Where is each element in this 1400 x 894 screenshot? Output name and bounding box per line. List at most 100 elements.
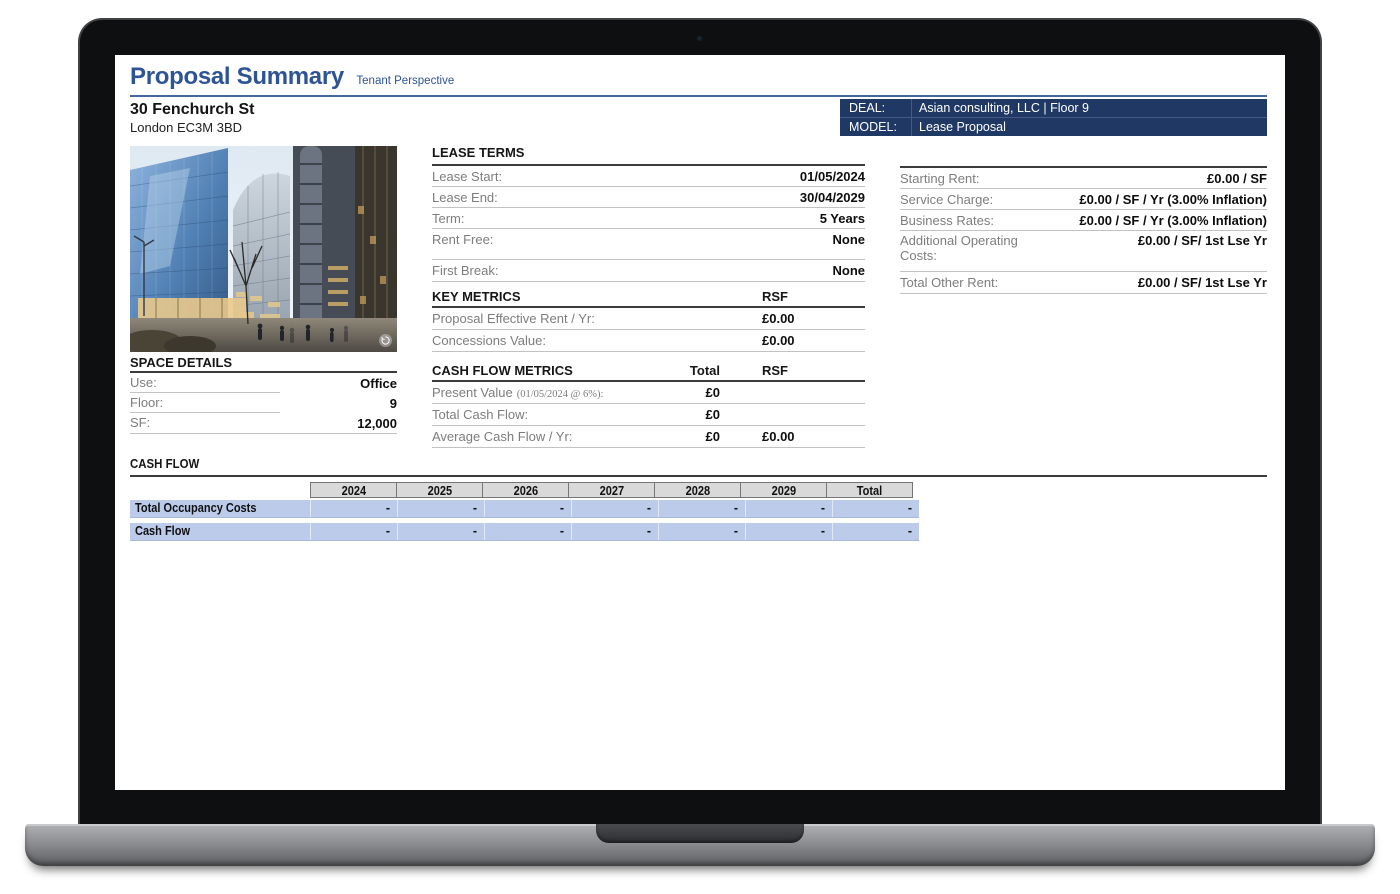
cfm-row-note: (01/05/2024 @ 6%): — [517, 389, 604, 400]
cfm-row-total: £0 — [657, 426, 720, 447]
lease-row-label: Lease End: — [432, 190, 498, 205]
lease-row-label: Lease Start: — [432, 169, 502, 184]
lease-terms-title: LEASE TERMS — [432, 145, 865, 166]
cf-cell: - — [397, 500, 484, 517]
lease-row-value: None — [833, 263, 866, 278]
space-row-value: Office — [360, 376, 397, 391]
cf-col-2024: 2024 — [310, 482, 397, 498]
rent-row-additional: Additional Operating Costs: £0.00 / SF/ … — [900, 231, 1267, 272]
property-photo-art — [130, 146, 397, 352]
space-row-label: SF: — [130, 413, 280, 433]
space-row-sf: SF: 12,000 — [130, 413, 397, 434]
rent-row-label: Additional Operating Costs: — [900, 231, 1040, 263]
cf-col-2026: 2026 — [482, 482, 569, 498]
cf-cell: - — [832, 523, 919, 540]
doc-header: Proposal Summary Tenant Perspective — [130, 63, 454, 91]
model-value: Lease Proposal — [912, 118, 1006, 136]
page-title: Proposal Summary — [130, 63, 344, 91]
key-metrics-col-rsf: RSF — [762, 289, 788, 304]
cfm-row-total: £0 — [657, 382, 720, 403]
space-row-label: Floor: — [130, 393, 280, 413]
deal-banner: DEAL: Asian consulting, LLC | Floor 9 MO… — [840, 99, 1267, 136]
cf-cell: - — [484, 500, 571, 517]
cf-col-2027: 2027 — [568, 482, 655, 498]
cash-flow-section: CASH FLOW 2024 2025 2026 2027 2028 2029 … — [130, 456, 1267, 541]
lease-row-value: 5 Years — [820, 211, 865, 226]
lease-row-value: 01/05/2024 — [800, 169, 865, 184]
lease-row-label: Rent Free: — [432, 232, 493, 247]
space-row-value: 12,000 — [357, 416, 397, 431]
cfm-row-total: £0 — [657, 404, 720, 425]
cfm-row-label: Total Cash Flow: — [432, 407, 528, 422]
cf-col-2028: 2028 — [654, 482, 741, 498]
rent-row-service: Service Charge: £0.00 / SF / Yr (3.00% I… — [900, 189, 1267, 210]
space-row-label: Use: — [130, 373, 280, 393]
cash-flow-table-header: 2024 2025 2026 2027 2028 2029 Total — [310, 482, 1267, 498]
cfm-row-label: Average Cash Flow / Yr: — [432, 429, 572, 444]
model-row: MODEL: Lease Proposal — [840, 117, 1267, 136]
lease-row-start: Lease Start: 01/05/2024 — [432, 166, 865, 187]
property-photo — [130, 146, 397, 352]
lease-row-label: Term: — [432, 211, 465, 226]
cf-row-label: Total Occupancy Costs — [130, 500, 310, 517]
km-row-effective-rent: Proposal Effective Rent / Yr: £0.00 — [432, 308, 865, 330]
cf-cell: - — [310, 500, 397, 517]
cfm-row-average-cash-flow: Average Cash Flow / Yr: £0 £0.00 — [432, 426, 865, 448]
rent-row-value: £0.00 / SF / Yr (3.00% Inflation) — [1079, 192, 1267, 207]
webcam-icon — [697, 36, 702, 41]
cf-row-label: Cash Flow — [130, 523, 310, 540]
cf-col-2029: 2029 — [740, 482, 827, 498]
cf-cell: - — [832, 500, 919, 517]
cfm-col-total: Total — [657, 363, 720, 378]
lease-row-end: Lease End: 30/04/2029 — [432, 187, 865, 208]
cfm-header: CASH FLOW METRICS Total RSF — [432, 363, 865, 382]
cf-row-occupancy-costs: Total Occupancy Costs - - - - - - - — [130, 500, 919, 518]
rent-row-starting: Starting Rent: £0.00 / SF — [900, 168, 1267, 189]
laptop-bezel: Proposal Summary Tenant Perspective 30 F… — [78, 18, 1322, 824]
page-subtitle: Tenant Perspective — [356, 75, 454, 87]
cfm-row-label: Present Value — [432, 385, 513, 400]
lease-row-spacer — [432, 249, 865, 260]
key-metrics-section: KEY METRICS RSF Proposal Effective Rent … — [432, 289, 865, 352]
page: { "header": { "title": "Proposal Summary… — [0, 0, 1400, 894]
rent-row-label: Starting Rent: — [900, 171, 980, 186]
cf-cell: - — [745, 523, 832, 540]
cash-flow-title: CASH FLOW — [130, 456, 199, 471]
km-row-label: Proposal Effective Rent / Yr: — [432, 311, 595, 326]
cf-cell: - — [571, 500, 658, 517]
cash-flow-metrics-section: CASH FLOW METRICS Total RSF Present Valu… — [432, 363, 865, 448]
cfm-row-total-cash-flow: Total Cash Flow: £0 — [432, 404, 865, 426]
cfm-col-rsf: RSF — [762, 363, 788, 378]
property-address: 30 Fenchurch St London EC3M 3BD — [130, 100, 254, 136]
screen: Proposal Summary Tenant Perspective 30 F… — [115, 55, 1285, 790]
rent-row-value: £0.00 / SF — [1207, 171, 1267, 186]
cfm-row-rsf: £0.00 — [762, 426, 795, 447]
cfm-row-present-value: Present Value (01/05/2024 @ 6%): £0 — [432, 382, 865, 404]
deal-row: DEAL: Asian consulting, LLC | Floor 9 — [840, 99, 1267, 117]
key-metrics-header: KEY METRICS RSF — [432, 289, 865, 308]
lease-row-value: 30/04/2029 — [800, 190, 865, 205]
rent-terms-section: Starting Rent: £0.00 / SF Service Charge… — [900, 145, 1267, 294]
lease-terms-section: LEASE TERMS Lease Start: 01/05/2024 Leas… — [432, 145, 865, 282]
lease-row-label: First Break: — [432, 263, 498, 278]
rent-row-totalother: Total Other Rent: £0.00 / SF/ 1st Lse Yr — [900, 272, 1267, 294]
cf-col-2025: 2025 — [396, 482, 483, 498]
laptop-base — [25, 824, 1375, 866]
space-details-title: SPACE DETAILS — [130, 355, 397, 373]
cf-cell: - — [658, 500, 745, 517]
cf-row-cash-flow: Cash Flow - - - - - - - — [130, 523, 919, 541]
deal-value: Asian consulting, LLC | Floor 9 — [912, 99, 1089, 117]
cfm-title: CASH FLOW METRICS — [432, 363, 573, 378]
cf-cell: - — [484, 523, 571, 540]
cf-cell: - — [571, 523, 658, 540]
space-row-use: Use: Office — [130, 373, 397, 393]
property-location: London EC3M 3BD — [130, 119, 254, 136]
cf-cell: - — [745, 500, 832, 517]
rent-row-label: Total Other Rent: — [900, 275, 998, 290]
space-row-value: 9 — [390, 396, 397, 411]
rent-row-rates: Business Rates: £0.00 / SF / Yr (3.00% I… — [900, 210, 1267, 231]
laptop-base-notch — [596, 824, 804, 843]
lease-row-rentfree: Rent Free: None — [432, 229, 865, 249]
cf-cell: - — [658, 523, 745, 540]
photo-watermark-icon — [379, 334, 392, 347]
